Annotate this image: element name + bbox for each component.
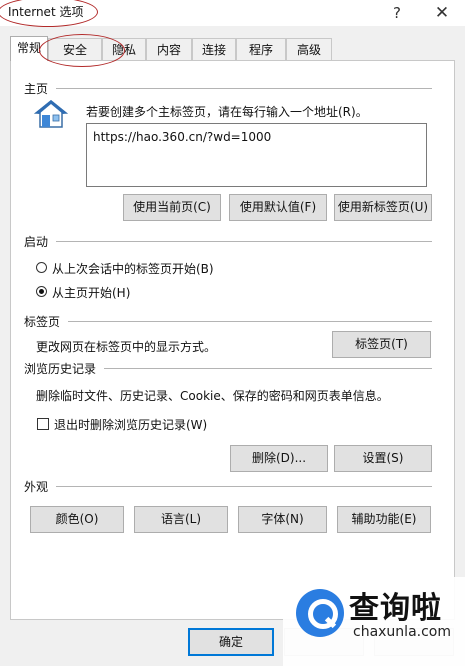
use-default-button[interactable]: 使用默认值(F) [229, 194, 327, 221]
close-icon[interactable]: ✕ [425, 2, 459, 24]
startup-last-session-label: 从上次会话中的标签页开始(B) [52, 262, 214, 276]
history-section-title: 浏览历史记录 [24, 362, 97, 376]
ok-button[interactable]: 确定 [188, 628, 274, 656]
watermark-url: chaxunla.com [353, 624, 451, 640]
fonts-button[interactable]: 字体(N) [238, 506, 327, 533]
accessibility-button[interactable]: 辅助功能(E) [337, 506, 431, 533]
home-icon [34, 100, 68, 128]
tabs-section-title: 标签页 [24, 315, 61, 329]
startup-separator [56, 241, 432, 242]
delete-history-button[interactable]: 删除(D)... [230, 445, 328, 472]
home-page-address-field[interactable]: https://hao.360.cn/?wd=1000 [86, 123, 427, 187]
startup-section-title: 启动 [24, 235, 49, 249]
tabs-settings-button[interactable]: 标签页(T) [332, 331, 431, 358]
delete-history-on-exit-checkbox[interactable] [37, 418, 49, 430]
help-icon[interactable]: ? [380, 2, 414, 24]
languages-button[interactable]: 语言(L) [134, 506, 228, 533]
watermark-brand: 查询啦 [349, 591, 442, 626]
delete-history-on-exit-label: 退出时删除浏览历史记录(W) [54, 418, 208, 432]
use-new-tab-button[interactable]: 使用新标签页(U) [334, 194, 432, 221]
colors-button[interactable]: 颜色(O) [30, 506, 124, 533]
startup-last-session-radio[interactable] [36, 262, 47, 273]
tab-programs[interactable]: 程序 [236, 38, 286, 60]
history-separator [104, 368, 432, 369]
history-settings-button[interactable]: 设置(S) [334, 445, 432, 472]
home-section-title: 主页 [24, 82, 49, 96]
use-current-button[interactable]: 使用当前页(C) [123, 194, 221, 221]
history-description: 删除临时文件、历史记录、Cookie、保存的密码和网页表单信息。 [36, 389, 389, 403]
tab-advanced[interactable]: 高级 [286, 38, 332, 60]
home-separator [56, 88, 432, 89]
home-description: 若要创建多个主标签页，请在每行输入一个地址(R)。 [86, 105, 368, 119]
startup-home-page-radio[interactable] [36, 286, 47, 297]
security-tab-annotation-ellipse [39, 34, 125, 67]
appearance-separator [56, 486, 432, 487]
tabs-separator [68, 321, 432, 322]
radio-selected-dot [39, 289, 44, 294]
tab-connections[interactable]: 连接 [192, 38, 236, 60]
tab-content[interactable]: 内容 [146, 38, 192, 60]
startup-home-page-label: 从主页开始(H) [52, 286, 131, 300]
tabs-description: 更改网页在标签页中的显示方式。 [36, 340, 217, 354]
appearance-section-title: 外观 [24, 480, 49, 494]
